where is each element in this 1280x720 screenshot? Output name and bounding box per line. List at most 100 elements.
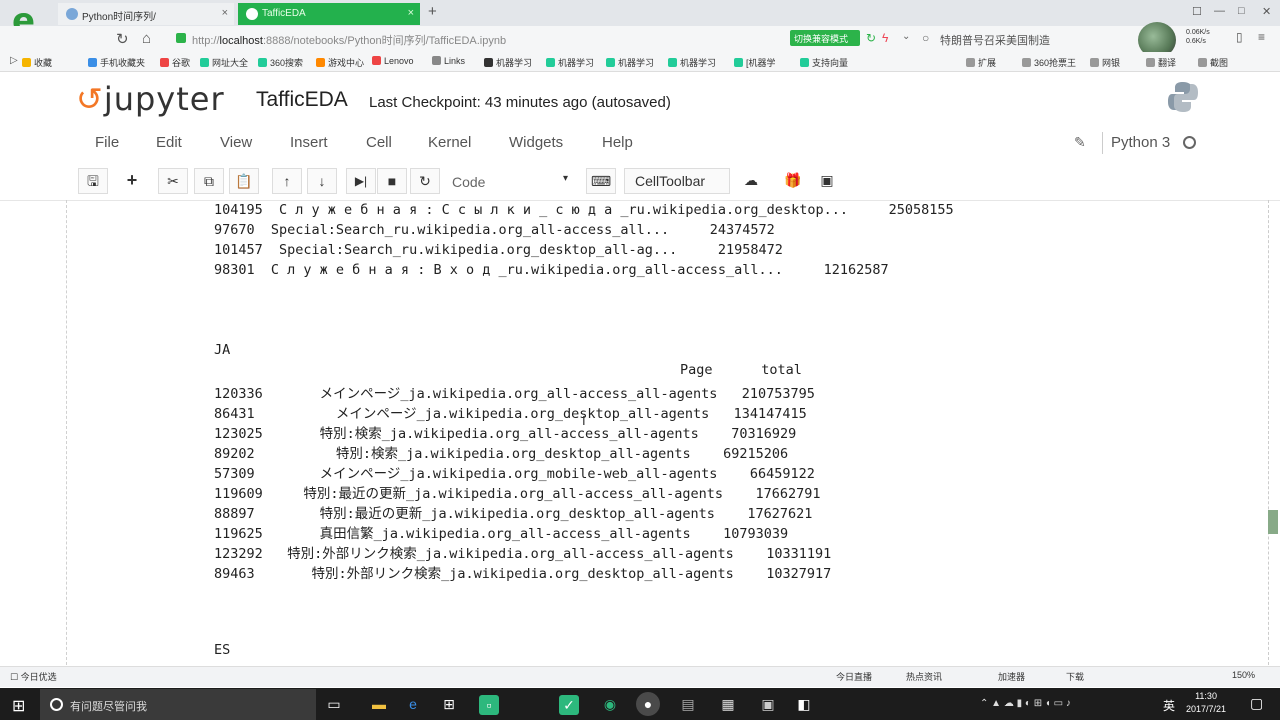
compat-mode-button[interactable]: 切换兼容模式 [790, 30, 860, 46]
bookmark-item[interactable]: 收藏 [22, 56, 52, 69]
browser-360-icon[interactable]: ◉ [598, 692, 622, 716]
close-window-icon[interactable]: ✕ [1262, 5, 1271, 18]
cut-button[interactable]: ✂ [158, 168, 188, 194]
menu-item-edit[interactable]: Edit [156, 134, 182, 151]
edit-pencil-icon[interactable]: ✎ [1074, 134, 1086, 151]
paste-button[interactable]: 📋 [229, 168, 259, 194]
bookmark-item[interactable]: Lenovo [372, 56, 414, 66]
system-clock[interactable]: 11:30 2017/7/21 [1186, 690, 1226, 716]
minimize-icon[interactable]: — [1214, 5, 1225, 17]
expand-icon[interactable]: ▷ [10, 55, 18, 66]
bookmark-item[interactable]: 手机收藏夹 [88, 56, 145, 69]
restart-kernel-button[interactable]: ↻ [410, 168, 440, 194]
move-up-button[interactable]: ↑ [272, 168, 302, 194]
status-left-label: 今日优选 [20, 672, 57, 682]
taskbar-app2-icon[interactable]: ▣ [756, 692, 780, 716]
bookmark-right-item[interactable]: 截图 [1198, 56, 1228, 69]
bookmark-label: 游戏中心 [328, 58, 365, 68]
taskbar-app-icon[interactable]: ▤ [676, 692, 700, 716]
bookmark-label: 支持向量 [812, 58, 849, 68]
notification-icon[interactable]: ▢ [1250, 695, 1263, 712]
bookmark-item[interactable]: 机器学习 [606, 56, 654, 69]
menu-item-widgets[interactable]: Widgets [509, 134, 563, 151]
windows-start-icon[interactable]: ⊞ [12, 696, 25, 716]
taskbar-app-green-icon[interactable]: ▫ [479, 695, 499, 715]
cell-type-select[interactable]: Code ▾ [444, 170, 572, 194]
scrollbar-thumb[interactable] [1268, 510, 1278, 534]
menu-item-help[interactable]: Help [602, 134, 633, 151]
copy-button[interactable]: ⧉ [194, 168, 224, 194]
skin-icon[interactable]: ☐ [1192, 5, 1202, 18]
close-icon[interactable]: × [408, 7, 414, 19]
bookmark-right-label: 360抢票王 [1034, 58, 1077, 68]
stop-button[interactable]: ■ [377, 168, 407, 194]
gift-icon[interactable]: 🎁 [778, 168, 808, 194]
bookmark-right-item[interactable]: 360抢票王 [1022, 56, 1076, 69]
jupyter-logo[interactable]: ↺jupyter [76, 80, 225, 118]
speed-up: 0.6K/s [1186, 38, 1206, 45]
menu-item-kernel[interactable]: Kernel [428, 134, 471, 151]
sidebar-icon[interactable]: ▯ [1236, 30, 1243, 44]
status-right-item[interactable]: 150% [1232, 670, 1255, 680]
tab-favicon-icon [246, 8, 258, 20]
notepad-icon[interactable]: ▦ [716, 692, 740, 716]
kernel-name[interactable]: Python 3 [1111, 134, 1170, 151]
status-right-item[interactable]: 下载 [1066, 670, 1084, 683]
taskbar-app-green2-icon[interactable]: ✓ [559, 695, 579, 715]
bookmark-item[interactable]: 机器学习 [668, 56, 716, 69]
status-right-item[interactable]: 热点资讯 [906, 670, 942, 683]
bookmark-item[interactable]: 机器学习 [546, 56, 594, 69]
bookmark-item[interactable]: 游戏中心 [316, 56, 364, 69]
insert-cell-button[interactable]: + [117, 168, 147, 194]
scrollbar-track[interactable] [1268, 200, 1269, 665]
status-left-item[interactable]: ☐ 今日优选 [10, 670, 57, 683]
task-view-icon[interactable]: ▭ [322, 692, 346, 716]
video-icon[interactable]: ▣ [812, 168, 842, 194]
close-icon[interactable]: × [222, 7, 228, 19]
maximize-icon[interactable]: □ [1238, 5, 1245, 17]
bookmark-item[interactable]: 网址大全 [200, 56, 248, 69]
chevron-down-icon[interactable]: ⌄ [902, 31, 910, 42]
refresh-icon[interactable]: ↻ [116, 30, 129, 48]
bookmark-right-item[interactable]: 扩展 [966, 56, 996, 69]
move-down-button[interactable]: ↓ [307, 168, 337, 194]
tray-icons[interactable]: ⌃ ▲ ☁ ▮ ◐ ⊞ ◖ ▭ ♪ [980, 698, 1071, 709]
menu-item-view[interactable]: View [220, 134, 252, 151]
menu-item-insert[interactable]: Insert [290, 134, 328, 151]
bookmark-item[interactable]: 谷歌 [160, 56, 190, 69]
cell-toolbar-button[interactable]: CellToolbar [624, 168, 730, 194]
menu-item-file[interactable]: File [95, 134, 119, 151]
browser-tab-trafficeda[interactable]: TafficEDA × [238, 3, 420, 25]
edge-icon[interactable]: e [401, 692, 425, 716]
menu-item-cell[interactable]: Cell [366, 134, 392, 151]
home-icon[interactable]: ⌂ [142, 30, 151, 47]
lightning-icon[interactable]: ϟ [882, 31, 888, 45]
search-hint-text[interactable]: 特朗普号召采美国制造 [940, 32, 1050, 48]
search-icon[interactable]: ○ [922, 31, 929, 45]
ime-indicator[interactable]: 英 [1163, 697, 1175, 714]
bookmark-item[interactable]: [机器学 [734, 56, 776, 69]
menu-icon[interactable]: ≡ [1258, 30, 1265, 44]
bookmark-item[interactable]: 支持向量 [800, 56, 848, 69]
bookmark-right-item[interactable]: 翻译 [1146, 56, 1176, 69]
command-palette-keyboard-icon[interactable]: ⌨ [586, 168, 616, 194]
python-app-icon[interactable]: ● [636, 692, 660, 716]
bookmark-right-item[interactable]: 网银 [1090, 56, 1120, 69]
status-right-item[interactable]: 今日直播 [836, 670, 872, 683]
explorer-icon[interactable]: ▬ [367, 692, 391, 716]
save-button[interactable]: 🖫 [78, 168, 108, 194]
taskbar-app3-icon[interactable]: ◧ [792, 692, 816, 716]
browser-tab-python[interactable]: Python时间序列/ × [58, 3, 234, 25]
new-tab-button[interactable]: + [428, 3, 437, 20]
bookmark-item[interactable]: 360搜索 [258, 56, 303, 69]
store-icon[interactable]: ⊞ [437, 692, 461, 716]
notebook-name[interactable]: TafficEDA [256, 88, 348, 112]
refresh-green-icon[interactable]: ↻ [866, 31, 876, 45]
url-input[interactable]: http://localhost:8888/notebooks/Python时间… [170, 30, 780, 48]
bookmark-item[interactable]: Links [432, 56, 465, 66]
status-right-item[interactable]: 加速器 [998, 670, 1025, 683]
bookmark-item[interactable]: 机器学习 [484, 56, 532, 69]
cortana-search-box[interactable]: 有问题尽管问我 [40, 689, 316, 720]
run-cell-button[interactable]: ▶| [346, 168, 376, 194]
cloud-upload-icon[interactable]: ☁ [736, 168, 766, 194]
